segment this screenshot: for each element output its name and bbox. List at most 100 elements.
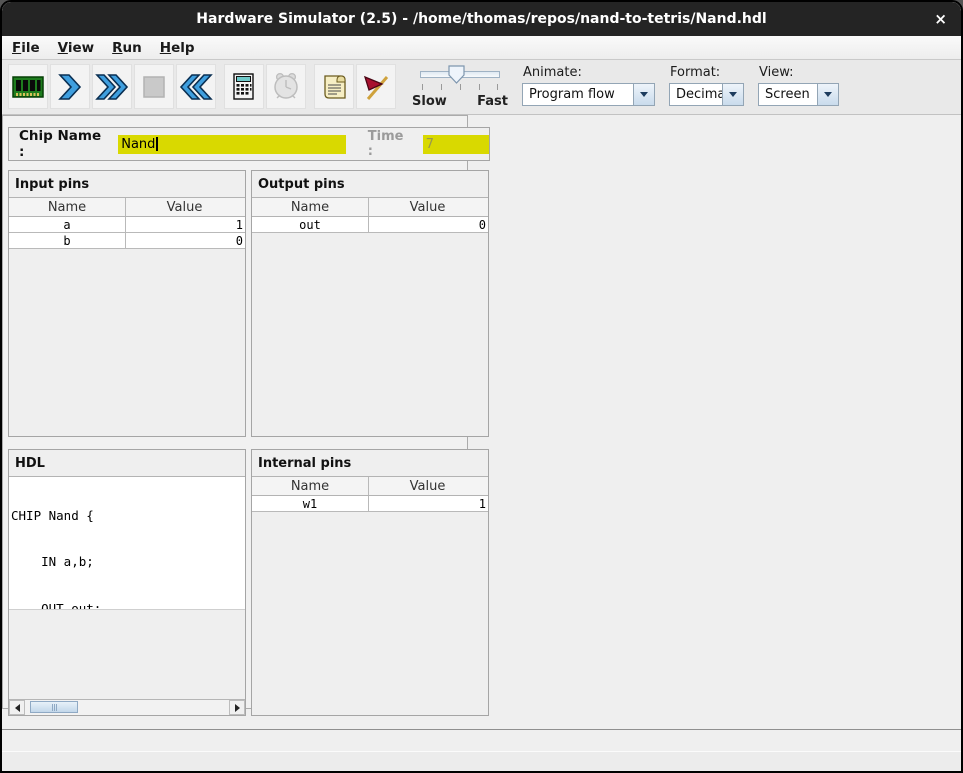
slider-slow-label: Slow — [412, 94, 447, 109]
stop-button[interactable] — [134, 64, 174, 109]
code-line: CHIP Nand { — [11, 508, 245, 524]
scrollbar-track[interactable] — [25, 700, 229, 715]
breakpoints-flag-icon — [361, 72, 391, 102]
chevron-down-icon[interactable] — [817, 83, 839, 106]
hdl-panel-filler — [9, 610, 245, 699]
chip-header-panel: Chip Name : Nand Time : 7 — [8, 127, 490, 161]
input-pins-title: Input pins — [9, 171, 245, 197]
speed-slider: Slow Fast — [412, 64, 508, 112]
stop-icon — [142, 75, 166, 99]
column-header-value: Value — [369, 477, 488, 495]
status-bar — [2, 729, 961, 751]
column-header-value: Value — [126, 198, 245, 216]
chip-icon — [12, 74, 44, 100]
table-header-row: Name Value — [252, 198, 488, 217]
chip-name-label: Chip Name : — [19, 128, 110, 160]
code-line: IN a,b; — [11, 554, 245, 570]
table-row: out 0 — [252, 217, 488, 233]
hdl-code-view: CHIP Nand { IN a,b; OUT out; PARTS: And(… — [9, 476, 245, 610]
hdl-panel: HDL CHIP Nand { IN a,b; OUT out; PARTS: … — [8, 449, 246, 716]
pin-value-cell: 0 — [369, 217, 488, 232]
chip-name-input[interactable]: Nand — [118, 135, 346, 154]
internal-pins-panel: Internal pins Name Value w1 1 — [251, 449, 489, 716]
format-value: Decimal — [669, 83, 722, 106]
breakpoints-button[interactable] — [356, 64, 396, 109]
pin-name-cell: w1 — [252, 496, 369, 511]
eval-button[interactable] — [224, 64, 264, 109]
menu-bar: File View Run Help — [2, 36, 961, 60]
reset-icon — [179, 73, 213, 101]
animate-combobox[interactable]: Program flow — [522, 83, 655, 106]
script-scroll-icon — [320, 73, 348, 101]
menu-view[interactable]: View — [56, 38, 96, 58]
view-script-button[interactable] — [314, 64, 354, 109]
chevron-down-icon[interactable] — [633, 83, 655, 106]
column-header-name: Name — [252, 198, 369, 216]
output-pins-table: Name Value out 0 — [252, 197, 488, 233]
time-text: 7 — [426, 137, 434, 152]
table-row: a 1 — [9, 217, 245, 233]
single-step-icon — [57, 73, 83, 101]
hdl-title: HDL — [9, 450, 245, 476]
alarm-clock-icon — [271, 72, 301, 102]
title-bar: Hardware Simulator (2.5) - /home/thomas/… — [2, 2, 961, 36]
clock-button[interactable] — [266, 64, 306, 109]
animate-value: Program flow — [522, 83, 633, 106]
code-line: OUT out; — [11, 601, 245, 610]
animate-group: Animate: Program flow — [522, 64, 655, 106]
table-header-row: Name Value — [252, 477, 488, 496]
chevron-down-icon[interactable] — [722, 83, 744, 106]
run-icon — [95, 73, 129, 101]
internal-pins-title: Internal pins — [252, 450, 488, 476]
view-group: View: Screen — [758, 64, 839, 106]
time-field[interactable]: 7 — [423, 135, 489, 154]
pin-name-cell: a — [9, 217, 126, 232]
load-chip-button[interactable] — [8, 64, 48, 109]
menu-file[interactable]: File — [10, 38, 42, 58]
menu-run[interactable]: Run — [110, 38, 144, 58]
internal-pins-table: Name Value w1 1 — [252, 476, 488, 512]
pin-value-cell: 1 — [369, 496, 488, 511]
triangle-left-icon — [15, 704, 20, 712]
format-label: Format: — [670, 65, 744, 80]
close-button[interactable]: × — [934, 2, 947, 36]
time-label: Time : — [368, 129, 413, 159]
calculator-icon — [231, 72, 257, 102]
view-label: View: — [759, 65, 839, 80]
window-title: Hardware Simulator (2.5) - /home/thomas/… — [196, 11, 766, 27]
view-value: Screen — [758, 83, 817, 106]
table-row: b 0 — [9, 233, 245, 249]
format-group: Format: Decimal — [669, 64, 744, 106]
triangle-right-icon — [235, 704, 240, 712]
main-area: Chip Name : Nand Time : 7 Input pins Nam… — [2, 115, 961, 729]
toolbar: Slow Fast Animate: Program flow Format: … — [2, 60, 961, 115]
hdl-horizontal-scrollbar — [9, 699, 245, 715]
input-pins-panel: Input pins Name Value a 1 b 0 — [8, 170, 246, 437]
scrollbar-thumb[interactable] — [30, 701, 78, 713]
table-row: w1 1 — [252, 496, 488, 512]
output-pins-title: Output pins — [252, 171, 488, 197]
pin-name-cell: b — [9, 233, 126, 248]
input-pins-table: Name Value a 1 b 0 — [9, 197, 245, 249]
animate-label: Animate: — [523, 65, 655, 80]
pin-name-cell: out — [252, 217, 369, 232]
view-combobox[interactable]: Screen — [758, 83, 839, 106]
scroll-right-button[interactable] — [229, 700, 245, 715]
output-pins-panel: Output pins Name Value out 0 — [251, 170, 489, 437]
pin-value-cell[interactable]: 1 — [126, 217, 245, 232]
format-combobox[interactable]: Decimal — [669, 83, 744, 106]
pin-value-cell[interactable]: 0 — [126, 233, 245, 248]
column-header-value: Value — [369, 198, 488, 216]
text-cursor — [156, 137, 158, 151]
single-step-button[interactable] — [50, 64, 90, 109]
table-header-row: Name Value — [9, 198, 245, 217]
scroll-left-button[interactable] — [9, 700, 25, 715]
menu-help[interactable]: Help — [158, 38, 197, 58]
run-button[interactable] — [92, 64, 132, 109]
slider-fast-label: Fast — [477, 94, 508, 109]
speed-slider-ticks — [422, 84, 498, 91]
reset-button[interactable] — [176, 64, 216, 109]
bottom-filler — [2, 751, 961, 771]
chip-name-text: Nand — [121, 137, 155, 152]
hardware-simulator-window: Hardware Simulator (2.5) - /home/thomas/… — [0, 0, 963, 773]
